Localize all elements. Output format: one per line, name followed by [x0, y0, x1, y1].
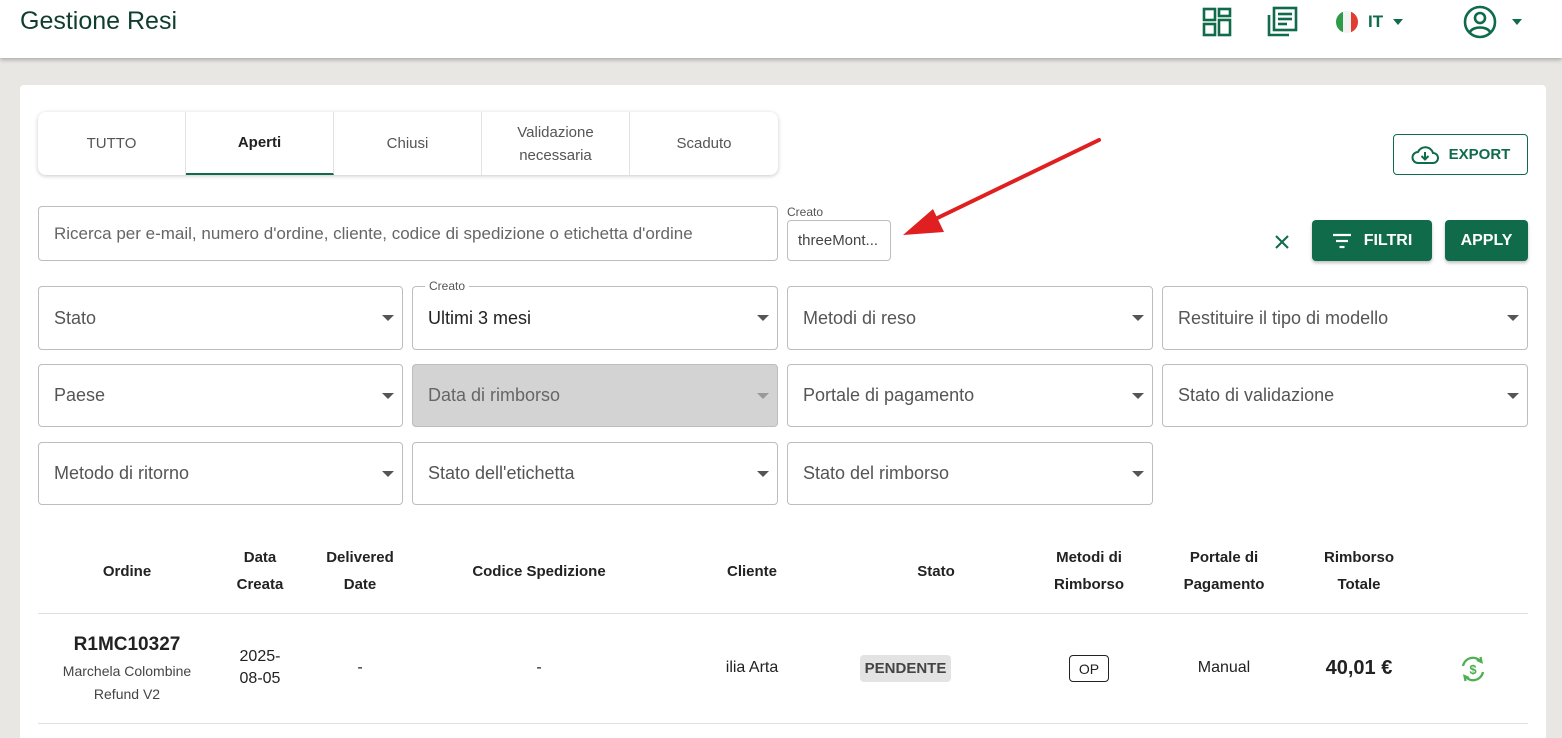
- tracking-code: -: [536, 659, 542, 676]
- filter-stato-label: Stato: [54, 307, 97, 328]
- tab-tutto[interactable]: TUTTO: [38, 112, 186, 175]
- filter-creato-label: Creato: [425, 279, 470, 293]
- filters-label: FILTRI: [1363, 231, 1413, 249]
- caret-down-icon: [757, 393, 769, 399]
- status-tabs: TUTTO Aperti Chiusi Validazione necessar…: [38, 112, 778, 175]
- tab-scaduto[interactable]: Scaduto: [630, 112, 778, 175]
- filter-stato-rimborso-label: Stato del rimborso: [803, 463, 950, 483]
- chevron-down-icon: [1512, 19, 1522, 25]
- caret-down-icon: [1507, 393, 1519, 399]
- chevron-down-icon: [1393, 19, 1404, 25]
- search-input[interactable]: [54, 223, 777, 244]
- caret-down-icon: [757, 471, 769, 477]
- refund-total: 40,01 €: [1325, 657, 1393, 679]
- caret-down-icon: [1132, 393, 1144, 399]
- filter-tipo-modello-label: Restituire il tipo di modello: [1178, 307, 1389, 328]
- filter-stato-validazione[interactable]: Stato di validazione: [1162, 364, 1528, 427]
- filter-paese[interactable]: Paese: [38, 364, 403, 427]
- refund-method-chip: OP: [1069, 655, 1109, 682]
- articles-icon[interactable]: [1265, 5, 1299, 39]
- column-header-codice-spedizione[interactable]: Codice Spedizione: [440, 543, 638, 599]
- svg-text:$: $: [1469, 662, 1477, 677]
- filter-stato-validazione-label: Stato di validazione: [1178, 385, 1335, 405]
- filter-data-rimborso: Data di rimborso: [412, 364, 778, 427]
- language-selector[interactable]: IT: [1336, 8, 1404, 36]
- caret-down-icon: [1132, 315, 1144, 321]
- delivered-date: -: [357, 659, 363, 676]
- filter-stato-rimborso[interactable]: Stato del rimborso: [787, 442, 1153, 505]
- account-menu[interactable]: [1462, 5, 1526, 39]
- order-id[interactable]: R1MC10327: [38, 634, 216, 656]
- dashboard-icon[interactable]: [1200, 5, 1234, 39]
- column-header-data-creata[interactable]: Data Creata: [225, 543, 295, 599]
- search-field[interactable]: [38, 206, 778, 261]
- clear-filters-icon[interactable]: [1272, 232, 1292, 252]
- top-bar: Gestione Resi IT: [0, 0, 1562, 58]
- caret-down-icon: [1132, 471, 1144, 477]
- filter-tipo-modello[interactable]: Restituire il tipo di modello: [1162, 286, 1528, 350]
- filter-list-icon: [1332, 233, 1351, 248]
- caret-down-icon: [382, 393, 394, 399]
- column-header-rimborso-totale[interactable]: Rimborso Totale: [1314, 543, 1404, 599]
- table-header-divider: [38, 613, 1528, 614]
- filter-paese-label: Paese: [54, 385, 106, 405]
- refund-exchange-icon[interactable]: $: [1458, 654, 1488, 684]
- customer-name: ilia Arta: [725, 659, 779, 676]
- filter-metodo-ritorno-label: Metodo di ritorno: [54, 463, 190, 483]
- caret-down-icon: [382, 471, 394, 477]
- created-chip-label: Creato: [787, 205, 824, 219]
- tab-aperti[interactable]: Aperti: [186, 112, 334, 175]
- caret-down-icon: [757, 315, 769, 321]
- column-header-portale-pagamento[interactable]: Portale di Pagamento: [1174, 543, 1274, 599]
- export-label: EXPORT: [1448, 146, 1511, 163]
- filter-stato-etichetta[interactable]: Stato dell'etichetta: [412, 442, 778, 505]
- column-header-delivered-date[interactable]: Delivered Date: [315, 543, 405, 599]
- table-row-divider: [38, 723, 1528, 724]
- created-date: 2025- 08-05: [239, 648, 281, 687]
- filter-data-rimborso-label: Data di rimborso: [428, 385, 561, 405]
- italy-flag-icon: [1336, 11, 1358, 33]
- filter-metodi-reso-label: Metodi di reso: [803, 307, 917, 328]
- export-button[interactable]: EXPORT: [1393, 134, 1528, 175]
- tab-validazione-necessaria[interactable]: Validazione necessaria: [482, 112, 630, 175]
- column-header-metodi-rimborso[interactable]: Metodi di Rimborso: [1044, 543, 1134, 599]
- column-header-cliente[interactable]: Cliente: [702, 543, 802, 599]
- apply-button[interactable]: APPLY: [1445, 220, 1528, 261]
- caret-down-icon: [382, 315, 394, 321]
- account-icon: [1463, 5, 1497, 39]
- filter-portale-pagamento[interactable]: Portale di pagamento: [787, 364, 1153, 427]
- filter-metodi-reso[interactable]: Metodi di reso: [787, 286, 1153, 350]
- page-title: Gestione Resi: [20, 7, 178, 35]
- language-code: IT: [1368, 12, 1384, 31]
- filters-button[interactable]: FILTRI: [1312, 220, 1432, 261]
- column-header-stato[interactable]: Stato: [886, 543, 986, 599]
- caret-down-icon: [1507, 315, 1519, 321]
- cloud-download-icon: [1411, 145, 1439, 164]
- filter-creato-value: Ultimi 3 mesi: [428, 307, 532, 328]
- filter-stato-etichetta-label: Stato dell'etichetta: [428, 463, 575, 483]
- status-badge: PENDENTE: [860, 655, 951, 682]
- filter-stato[interactable]: Stato: [38, 286, 403, 350]
- column-header-ordine[interactable]: Ordine: [38, 543, 216, 599]
- filter-portale-label: Portale di pagamento: [803, 385, 975, 405]
- payment-portal: Manual: [1197, 659, 1251, 676]
- tab-chiusi[interactable]: Chiusi: [334, 112, 482, 175]
- created-chip[interactable]: threeMont...: [787, 220, 891, 261]
- filter-metodo-ritorno[interactable]: Metodo di ritorno: [38, 442, 403, 505]
- order-store: Marchela Colombine Refund V2: [62, 663, 192, 702]
- filter-creato[interactable]: Creato Ultimi 3 mesi: [412, 279, 778, 350]
